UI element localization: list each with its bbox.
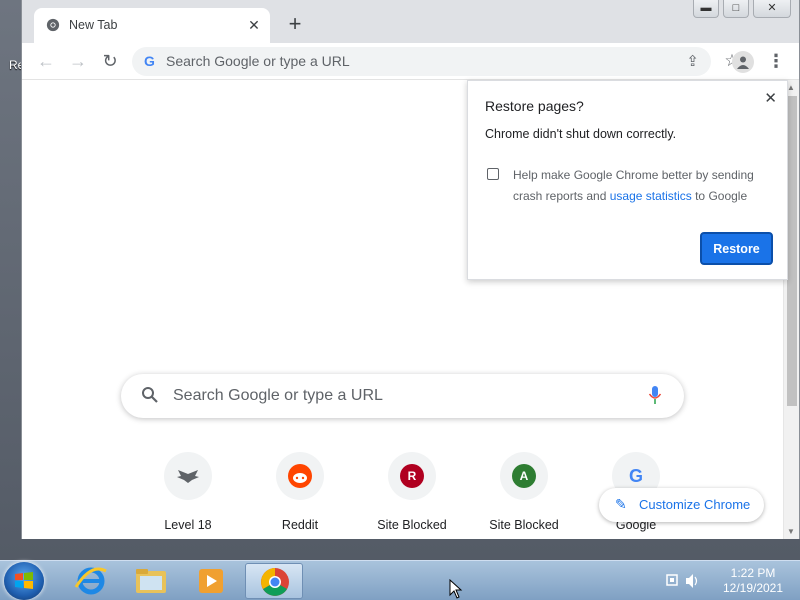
shortcut-level-18[interactable]: Level 18	[132, 452, 244, 532]
taskbar: 1:22 PM 12/19/2021	[0, 560, 800, 600]
ntp-search-box[interactable]: Search Google or type a URL	[121, 374, 684, 418]
chrome-icon	[261, 568, 289, 596]
search-icon	[142, 387, 158, 403]
new-tab-button[interactable]: +	[284, 13, 306, 36]
omnibox[interactable]: G Search Google or type a URL ⇪	[132, 47, 711, 76]
clock-time: 1:22 PM	[730, 566, 776, 580]
tab-title: New Tab	[69, 18, 118, 32]
shortcut-icon-circle: R	[388, 452, 436, 500]
tab-new-tab[interactable]: New Tab ✕	[34, 8, 270, 43]
scroll-up-arrow-icon[interactable]: ▲	[787, 83, 795, 92]
menu-kebab-icon[interactable]: ⋮	[764, 51, 788, 73]
clock-date: 12/19/2021	[722, 581, 784, 595]
shortcut-site-blocked-r[interactable]: R Site Blocked	[356, 452, 468, 532]
mouse-cursor-icon	[449, 579, 463, 599]
maximize-button[interactable]: □	[723, 0, 749, 18]
shortcut-icon-circle	[164, 452, 212, 500]
crash-report-checkbox[interactable]	[487, 168, 499, 180]
profile-avatar[interactable]	[732, 51, 754, 73]
google-g-icon: G	[628, 466, 643, 486]
chrome-window: New Tab ✕ + ▬ □ ✕ ← → ↻ G Search Google …	[21, 0, 800, 539]
checkbox-text-end: to Google	[691, 189, 748, 203]
media-player-icon	[199, 569, 223, 593]
reload-button[interactable]: ↻	[98, 49, 122, 73]
shortcut-reddit[interactable]: Reddit	[244, 452, 356, 532]
google-icon: G	[144, 53, 155, 69]
omnibox-placeholder: Search Google or type a URL	[166, 53, 350, 69]
pencil-icon: ✎	[615, 496, 627, 512]
usage-statistics-link[interactable]: usage statistics	[610, 189, 692, 203]
system-clock[interactable]: 1:22 PM 12/19/2021	[713, 566, 793, 596]
customize-label: Customize Chrome	[639, 497, 751, 512]
close-window-button[interactable]: ✕	[753, 0, 791, 18]
minimize-button[interactable]: ▬	[693, 0, 719, 18]
start-button[interactable]	[4, 562, 44, 600]
taskbar-chrome[interactable]	[245, 563, 303, 599]
shortcut-icon-circle: A	[500, 452, 548, 500]
winged-logo-icon	[177, 470, 199, 483]
close-icon[interactable]: ✕	[764, 89, 777, 107]
shortcut-label: Site Blocked	[489, 518, 559, 532]
dialog-message: Chrome didn't shut down correctly.	[485, 127, 677, 141]
taskbar-explorer[interactable]	[122, 563, 180, 599]
close-tab-icon[interactable]: ✕	[246, 17, 262, 33]
checkbox-label: Help make Google Chrome better by sendin…	[513, 165, 773, 207]
folder-icon	[136, 569, 166, 593]
shortcut-site-blocked-a[interactable]: A Site Blocked	[468, 452, 580, 532]
back-button[interactable]: ←	[34, 49, 58, 73]
ntp-search-placeholder: Search Google or type a URL	[173, 387, 383, 404]
internet-explorer-icon	[74, 567, 107, 595]
window-controls: ▬ □ ✕	[689, 0, 791, 20]
chrome-icon	[46, 18, 60, 32]
shortcut-label: Reddit	[281, 518, 319, 532]
share-icon[interactable]: ⇪	[686, 52, 699, 70]
system-tray	[662, 567, 702, 600]
shortcut-label: Site Blocked	[377, 518, 447, 532]
scroll-down-arrow-icon[interactable]: ▼	[787, 527, 795, 536]
toolbar: ← → ↻ G Search Google or type a URL ⇪ ☆ …	[22, 43, 799, 80]
shortcut-icon-circle	[276, 452, 324, 500]
taskbar-internet-explorer[interactable]	[62, 563, 120, 599]
letter-a-icon: A	[512, 464, 536, 488]
windows-logo-icon	[15, 572, 33, 589]
taskbar-media-player[interactable]	[182, 563, 240, 599]
tray-icons[interactable]	[662, 567, 702, 595]
dialog-title: Restore pages?	[485, 98, 584, 114]
forward-button[interactable]: →	[66, 49, 90, 73]
restore-button[interactable]: Restore	[700, 232, 773, 265]
reddit-icon	[288, 464, 312, 488]
customize-chrome-button[interactable]: ✎ Customize Chrome	[599, 488, 764, 522]
shortcut-label: Level 18	[164, 518, 212, 532]
scrollbar-thumb[interactable]	[787, 96, 797, 406]
microphone-icon[interactable]	[648, 385, 662, 405]
letter-r-icon: R	[400, 464, 424, 488]
tab-strip: New Tab ✕ + ▬ □ ✕	[22, 0, 799, 43]
restore-pages-dialog: ✕ Restore pages? Chrome didn't shut down…	[467, 80, 788, 280]
person-icon	[737, 56, 749, 69]
